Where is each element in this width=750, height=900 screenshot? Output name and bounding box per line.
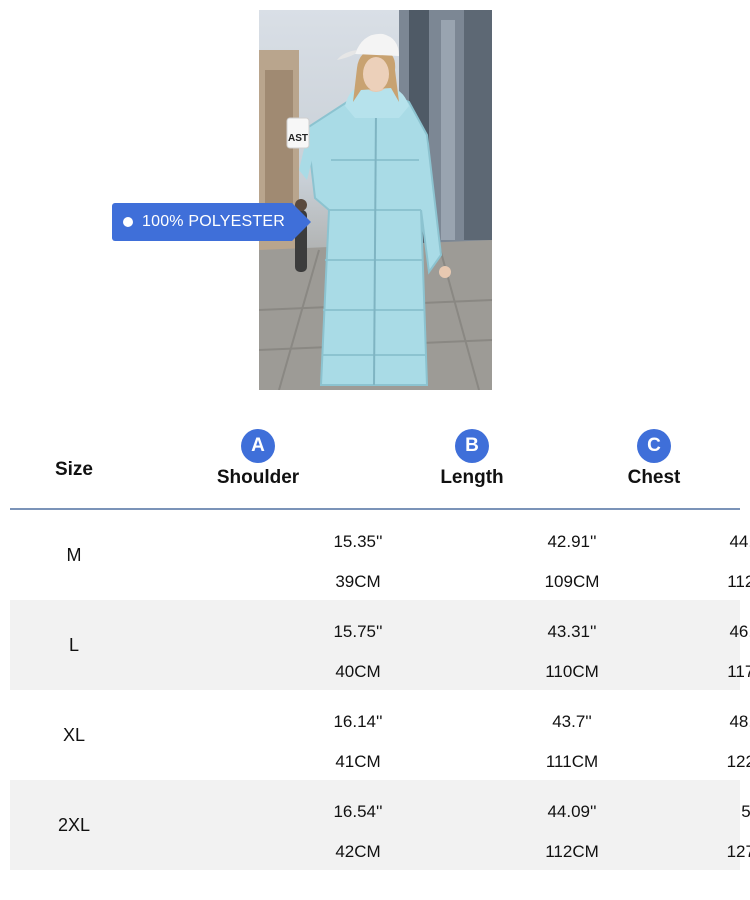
shoulder-cm: 42CM [335,842,381,861]
cup-print: AST [288,133,308,144]
table-row: XL 16.14'' 41CM 43.7'' 111CM 48.03'' 122CM [10,690,750,780]
chest-inches: 44.09'' [729,532,750,551]
coat-model-illustration: AST [259,10,492,390]
shoulder-inches: 15.75'' [333,622,383,641]
shoulder-inches: 16.54'' [333,802,383,821]
header-length: B Length [372,420,572,508]
material-tag: 100% POLYESTER [112,203,311,241]
row-size: 2XL [57,815,91,835]
row-size: XL [62,725,86,745]
row-size: M [66,545,82,565]
length-cm: 111CM [545,752,599,771]
length-inches: 43.7'' [552,712,592,731]
shoulder-inches: 15.35'' [333,532,383,551]
size-chart-table: Size A Shoulder B Length C Chest M 15.35… [10,420,750,870]
table-row: 2XL 16.54'' 42CM 44.09'' 112CM 50'' 127CM [10,780,750,870]
header-size: Size [54,459,94,480]
length-cm: 110CM [545,662,599,681]
badge-b: B [455,429,489,463]
tag-dot-icon [123,217,133,227]
shoulder-cm: 41CM [335,752,381,771]
row-size: L [68,635,79,655]
badge-a: A [241,429,275,463]
length-inches: 44.09'' [547,802,597,821]
table-header: Size A Shoulder B Length C Chest [10,420,740,510]
header-shoulder-label: Shoulder [216,467,300,488]
chest-inches: 48.03'' [729,712,750,731]
badge-c: C [637,429,671,463]
chest-inches: 46.06'' [729,622,750,641]
table-body: M 15.35''39CM 42.91''109CM 44.09''112CM … [10,510,750,870]
header-chest: C Chest [554,420,750,508]
header-length-label: Length [440,467,504,488]
chest-cm: 117CM [727,662,750,681]
chest-inches: 50'' [741,802,750,821]
length-cm: 112CM [545,842,599,861]
header-shoulder: A Shoulder [158,420,358,508]
length-cm: 109CM [544,572,600,591]
product-photo: AST [259,10,492,390]
chest-cm: 112CM [727,572,750,591]
shoulder-cm: 40CM [335,662,381,681]
length-inches: 43.31'' [547,622,597,641]
table-row: M 15.35'' 39CM 42.91'' 109CM 44.09'' 112CM [10,510,750,600]
material-tag-text: 100% POLYESTER [142,213,286,230]
chest-cm: 127CM [726,842,750,861]
shoulder-cm: 39CM [335,572,381,591]
length-inches: 42.91'' [547,532,597,551]
chest-cm: 122CM [726,752,750,771]
shoulder-inches: 16.14'' [333,712,383,731]
table-row: L 15.75'' 40CM 43.31'' 110CM 46.06'' 117CM [10,600,750,690]
header-chest-label: Chest [627,467,681,488]
